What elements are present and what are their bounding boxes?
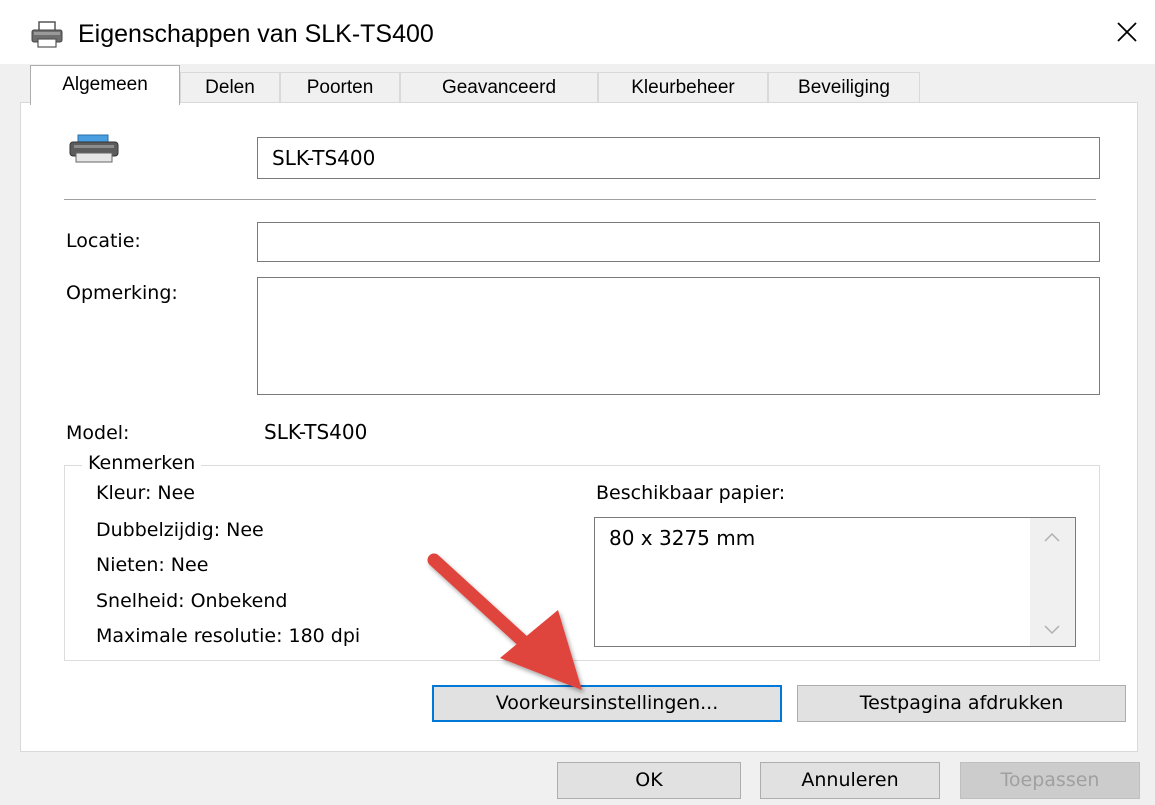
tab-beveiliging[interactable]: Beveiliging	[768, 72, 920, 102]
paper-label: Beschikbaar papier:	[596, 482, 786, 504]
feature-max-resolution: Maximale resolutie: 180 dpi	[96, 625, 361, 647]
close-button[interactable]	[1100, 8, 1154, 56]
tab-kleurbeheer[interactable]: Kleurbeheer	[598, 72, 768, 102]
tab-label: Geavanceerd	[441, 77, 557, 98]
tab-label: Poorten	[306, 77, 374, 98]
tab-poorten[interactable]: Poorten	[280, 72, 400, 102]
feature-staple: Nieten: Nee	[96, 554, 209, 576]
feature-color: Kleur: Nee	[96, 482, 195, 504]
model-value: SLK-TS400	[264, 420, 368, 444]
printer-icon	[30, 20, 64, 50]
paper-listbox[interactable]: 80 x 3275 mm	[594, 517, 1076, 647]
printer-icon	[66, 133, 122, 165]
comment-label: Opmerking:	[66, 282, 178, 304]
location-input[interactable]	[257, 222, 1100, 262]
window-title: Eigenschappen van SLK-TS400	[78, 20, 434, 48]
features-legend: Kenmerken	[82, 452, 202, 474]
close-icon	[1117, 22, 1137, 42]
tab-label: Beveiliging	[798, 77, 890, 98]
cancel-button[interactable]: Annuleren	[760, 762, 940, 799]
tab-label: Kleurbeheer	[631, 77, 735, 98]
location-label: Locatie:	[66, 230, 141, 252]
tab-geavanceerd[interactable]: Geavanceerd	[400, 72, 598, 102]
apply-button[interactable]: Toepassen	[960, 762, 1140, 799]
ok-button[interactable]: OK	[557, 762, 741, 799]
tab-algemeen[interactable]: Algemeen	[30, 65, 180, 105]
model-label: Model:	[66, 422, 130, 444]
paper-list-item[interactable]: 80 x 3275 mm	[609, 526, 755, 550]
tab-label: Algemeen	[62, 74, 148, 95]
divider	[64, 199, 1096, 200]
feature-speed: Snelheid: Onbekend	[96, 590, 288, 612]
printer-name-input[interactable]: SLK-TS400	[257, 137, 1100, 179]
comment-textarea[interactable]	[257, 277, 1100, 395]
feature-duplex: Dubbelzijdig: Nee	[96, 519, 264, 541]
chevron-down-icon	[1044, 625, 1060, 635]
preferences-button[interactable]: Voorkeursinstellingen...	[432, 685, 782, 722]
chevron-up-icon	[1044, 532, 1060, 542]
title-bar: Eigenschappen van SLK-TS400	[0, 0, 1155, 64]
test-page-button[interactable]: Testpagina afdrukken	[797, 685, 1126, 722]
tab-label: Delen	[205, 77, 255, 98]
paper-list-scrollbar[interactable]	[1030, 518, 1075, 646]
tab-delen[interactable]: Delen	[180, 72, 280, 102]
